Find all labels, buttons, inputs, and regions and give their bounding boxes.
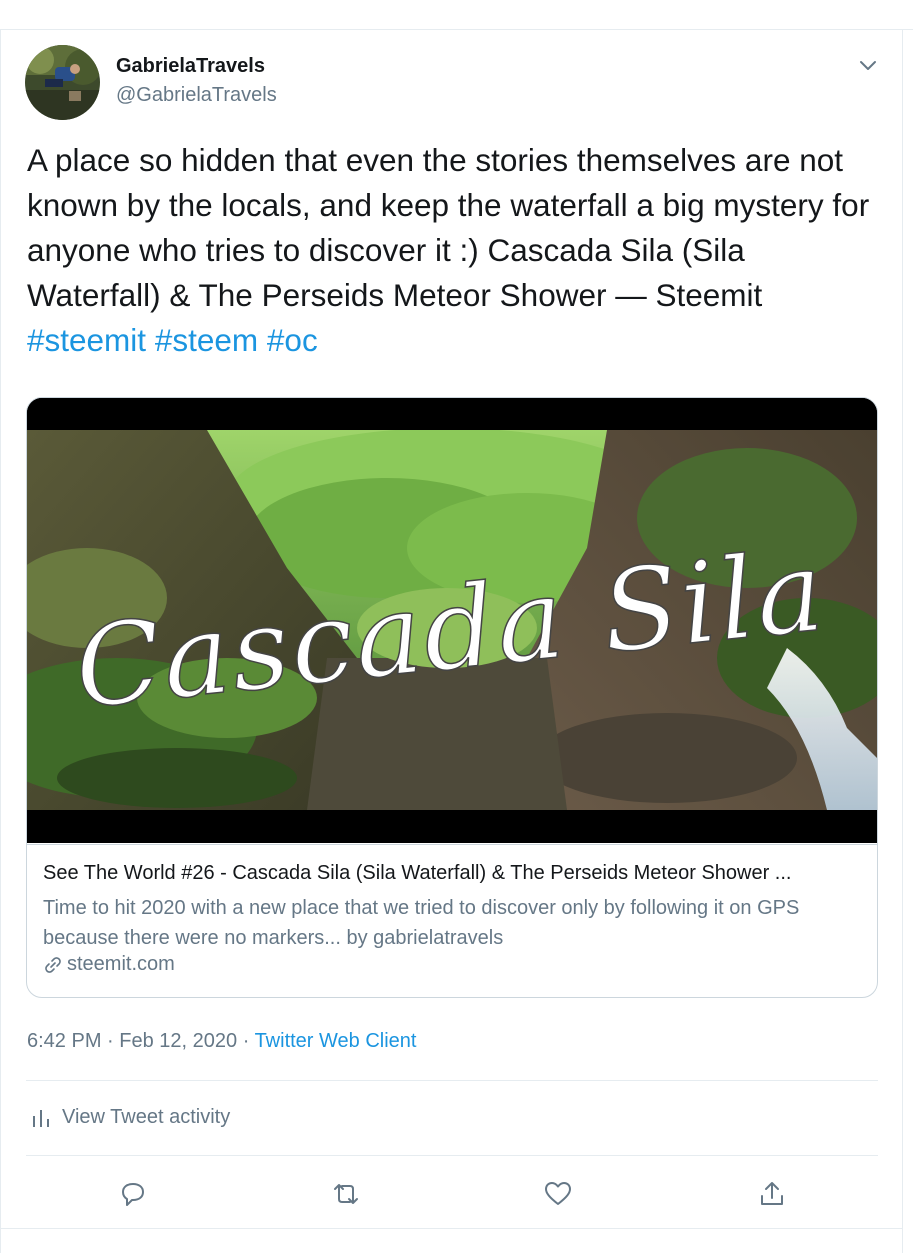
retweet-button[interactable] <box>322 1170 370 1218</box>
timeline-top-border <box>0 0 913 30</box>
chevron-down-icon[interactable] <box>855 52 881 78</box>
share-icon <box>761 1182 783 1205</box>
divider <box>26 1155 878 1156</box>
share-button[interactable] <box>748 1170 796 1218</box>
avatar[interactable] <box>25 45 100 120</box>
hashtag-oc[interactable]: #oc <box>267 322 318 358</box>
card-domain: steemit.com <box>43 953 175 976</box>
reply-button[interactable] <box>109 1170 157 1218</box>
tweet-text: A place so hidden that even the stories … <box>27 138 877 363</box>
card-title: See The World #26 - Cascada Sila (Sila W… <box>43 862 792 884</box>
view-tweet-activity-label: View Tweet activity <box>62 1106 231 1128</box>
link-card[interactable]: Cascada Sila See The World #26 - Cascada… <box>26 397 878 998</box>
tweet-body: A place so hidden that even the stories … <box>27 142 870 313</box>
heart-icon <box>545 1182 571 1205</box>
meta-separator: · <box>101 1030 120 1052</box>
card-body[interactable]: See The World #26 - Cascada Sila (Sila W… <box>27 844 877 997</box>
tweet-source[interactable]: Twitter Web Client <box>255 1030 417 1052</box>
user-display-name[interactable]: GabrielaTravels <box>116 55 265 78</box>
card-domain-text: steemit.com <box>67 953 175 975</box>
tweet-date[interactable]: Feb 12, 2020 <box>119 1030 237 1052</box>
retweet-icon <box>334 1184 358 1204</box>
meta-separator: · <box>237 1030 255 1052</box>
tweet-meta: 6:42 PM · Feb 12, 2020 · Twitter Web Cli… <box>27 1030 416 1053</box>
view-tweet-activity-link[interactable]: View Tweet activity <box>30 1106 230 1129</box>
tweet-time[interactable]: 6:42 PM <box>27 1030 101 1052</box>
tweet-actions <box>0 1170 903 1218</box>
card-description: Time to hit 2020 with a new place that w… <box>43 897 800 949</box>
divider <box>26 1080 878 1081</box>
tweet-bottom-border <box>0 1228 903 1229</box>
bar-chart-icon <box>30 1107 52 1129</box>
user-handle[interactable]: @GabrielaTravels <box>116 84 277 107</box>
link-icon <box>43 955 63 975</box>
hashtag-steemit[interactable]: #steemit <box>27 322 146 358</box>
reply-icon <box>122 1183 144 1206</box>
hashtag-steem[interactable]: #steem <box>155 322 258 358</box>
like-button[interactable] <box>534 1170 582 1218</box>
card-image[interactable]: Cascada Sila <box>27 398 877 843</box>
